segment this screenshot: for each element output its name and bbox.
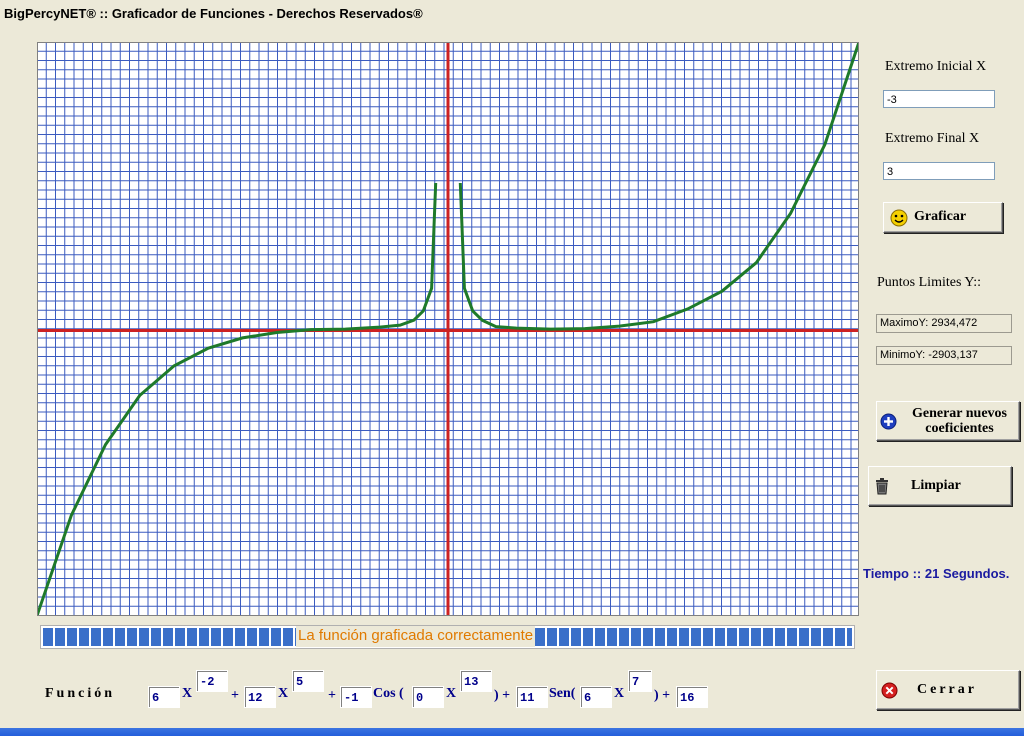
taskbar-strip	[0, 728, 1024, 736]
close-paren-1: ) +	[494, 688, 511, 703]
generar-coeficientes-button[interactable]: Generar nuevos coeficientes	[876, 401, 1020, 441]
limpiar-button[interactable]: Limpiar	[868, 466, 1012, 506]
plus-sign-1: +	[231, 688, 239, 703]
coef-7-input[interactable]: 16	[676, 686, 708, 708]
time-label: Tiempo :: 21 Segundos.	[863, 566, 1010, 581]
function-graph	[37, 42, 859, 616]
x-start-label: Extremo Inicial X	[885, 59, 987, 74]
coef-6-input[interactable]: 6	[580, 686, 612, 708]
coef-2-input[interactable]: 12	[244, 686, 276, 708]
exp-1-input[interactable]: -2	[196, 670, 228, 692]
x-start-input[interactable]: -3	[883, 90, 995, 108]
progress-bar: La función graficada correctamente	[40, 625, 855, 649]
x-symbol-1: X	[182, 686, 193, 701]
coef-5-input[interactable]: 11	[516, 686, 548, 708]
min-y-field: MinimoY: -2903,137	[876, 346, 1012, 365]
x-end-label: Extremo Final X	[885, 131, 980, 146]
generar-label: Generar nuevos coeficientes	[902, 406, 1017, 436]
limpiar-label: Limpiar	[911, 478, 961, 493]
title-bar: BigPercyNET® :: Graficador de Funciones …	[0, 0, 1024, 28]
x-symbol-4: X	[614, 686, 625, 701]
cos-label: Cos (	[373, 686, 404, 701]
exp-2-input[interactable]: 5	[292, 670, 324, 692]
sen-label: Sen(	[549, 686, 576, 701]
max-y-field: MaximoY: 2934,472	[876, 314, 1012, 333]
coef-1-input[interactable]: 6	[148, 686, 180, 708]
plus-sign-2: +	[328, 688, 336, 703]
limits-label: Puntos Limites Y::	[877, 275, 981, 290]
exp-3-input[interactable]: 13	[460, 670, 492, 692]
cerrar-button[interactable]: Cerrar	[876, 670, 1020, 710]
function-label: Función	[45, 686, 116, 701]
close-circle-icon	[881, 682, 898, 699]
plus-circle-icon	[880, 413, 897, 430]
x-symbol-3: X	[446, 686, 457, 701]
generar-label-line2: coeficientes	[925, 421, 994, 436]
smiley-icon	[890, 209, 908, 227]
exp-4-input[interactable]: 7	[628, 670, 652, 692]
graficar-button[interactable]: Graficar	[883, 202, 1003, 233]
graficar-label: Graficar	[914, 209, 967, 224]
cerrar-label: Cerrar	[917, 682, 977, 697]
trash-icon	[876, 478, 888, 495]
generar-label-line1: Generar nuevos	[911, 406, 1007, 421]
progress-message: La función graficada correctamente	[296, 626, 536, 647]
window-title: BigPercyNET® :: Graficador de Funciones …	[4, 6, 423, 21]
coef-4-input[interactable]: 0	[412, 686, 444, 708]
close-paren-2: ) +	[654, 688, 671, 703]
coef-3-input[interactable]: -1	[340, 686, 372, 708]
x-symbol-2: X	[278, 686, 289, 701]
x-end-input[interactable]: 3	[883, 162, 995, 180]
